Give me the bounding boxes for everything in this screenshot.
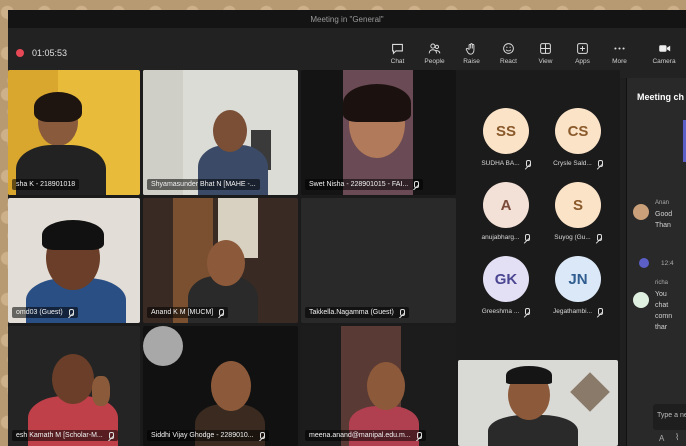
muted-mic-icon (524, 160, 531, 167)
video-tile[interactable]: esh Kamath M [Scholar-M... (8, 326, 140, 446)
chat-button-label: Chat (390, 57, 405, 65)
video-stage: sha K - 218901018 Shyamasunder Bhat N [M… (8, 70, 620, 446)
chat-icon (392, 43, 403, 55)
attach-icon[interactable]: ⌇ (675, 432, 679, 443)
avatar-name: Greeshma ... (481, 308, 520, 315)
video-tile[interactable]: sha K - 218901018 (8, 70, 140, 195)
camera-icon (658, 44, 670, 52)
chat-message: Anan Good Than (655, 200, 673, 229)
participant-name-label: Swet Nisha - 228901015 - FAI... (305, 179, 424, 190)
participant-name-label: Anand K M [MUCM] (147, 307, 229, 318)
apps-button[interactable]: Apps (564, 42, 601, 65)
view-button-label: View (538, 57, 553, 65)
muted-mic-icon (523, 308, 531, 315)
avatar (633, 292, 649, 308)
participant-avatar[interactable]: A anujabharg... (471, 182, 541, 241)
participant-name-label: sha K - 218901018 (12, 179, 80, 190)
participant-name-label: Shyamasunder Bhat N [MAHE -... (147, 179, 260, 190)
people-button-label: People (424, 57, 445, 65)
video-tile[interactable]: meena.anand@manipal.edu.m... (301, 326, 456, 446)
people-icon (428, 43, 441, 53)
apps-icon (577, 42, 588, 54)
avatar: A (483, 182, 529, 228)
raise-hand-button[interactable]: Raise (453, 42, 490, 65)
muted-mic-icon (258, 432, 265, 439)
more-button[interactable]: More (601, 42, 638, 65)
avatar: S (555, 182, 601, 228)
window-title: Meeting in "General" (310, 14, 384, 24)
avatar-name: Jegathambi... (552, 308, 593, 315)
view-button[interactable]: View (527, 42, 564, 65)
muted-mic-icon (596, 160, 603, 167)
react-button[interactable]: React (490, 42, 527, 65)
muted-mic-icon (67, 309, 74, 316)
participant-avatar[interactable]: CS Crysle Sald... (543, 108, 613, 167)
self-view-tile[interactable] (458, 360, 618, 446)
participant-name-label: Takkella.Nagamma (Guest) (305, 307, 409, 318)
avatar (633, 204, 649, 220)
camera-button-label: Camera (652, 57, 676, 65)
chat-button[interactable]: Chat (379, 42, 416, 65)
muted-mic-icon (217, 309, 225, 316)
avatar-name: SUDHA BA... (481, 160, 520, 167)
video-tile[interactable]: Swet Nisha - 228901015 - FAI... (301, 70, 456, 195)
meeting-timer: 01:05:53 (32, 48, 68, 58)
more-icon (614, 46, 625, 50)
raise-hand-icon (465, 42, 475, 55)
more-button-label: More (612, 57, 627, 65)
teams-meeting-window: Meeting in "General" 01:05:53 Chat Peopl… (8, 10, 686, 446)
avatar: CS (555, 108, 601, 154)
avatar: JN (555, 256, 601, 302)
chat-message-input[interactable]: Type a ne (653, 404, 686, 430)
video-tile[interactable]: Takkella.Nagamma (Guest) (301, 198, 456, 323)
muted-mic-icon (412, 181, 420, 188)
participant-name-label: meena.anand@manipal.edu.m... (305, 430, 426, 441)
avatar-name: Crysle Sald... (553, 160, 592, 167)
apps-button-label: Apps (575, 57, 590, 65)
chat-timestamp: 12:4 (661, 260, 674, 267)
participant-avatar[interactable]: GK Greeshma ... (471, 256, 541, 315)
camera-button[interactable]: Camera (642, 42, 686, 65)
avatar: GK (483, 256, 529, 302)
muted-mic-icon (415, 432, 422, 439)
format-icon[interactable]: A (659, 434, 664, 443)
avatar-name: Suyog (Gu... (554, 234, 591, 241)
participant-avatar-grid: SS SUDHA BA... CS Crysle Sald... A anuja… (463, 70, 620, 360)
people-button[interactable]: People (416, 42, 453, 65)
video-tile[interactable]: omd03 (Guest) (8, 198, 140, 323)
participant-avatar[interactable]: S Suyog (Gu... (543, 182, 613, 241)
video-tile[interactable]: Siddhi Vijay Ghodge - 2289010... (143, 326, 298, 446)
view-icon (540, 42, 551, 54)
muted-mic-icon (107, 432, 114, 439)
react-button-label: React (500, 57, 517, 65)
avatar: SS (483, 108, 529, 154)
chat-message: richa You chat comn thar (655, 280, 673, 331)
meeting-ended-icon (639, 258, 649, 268)
muted-mic-icon (595, 234, 602, 241)
participant-name-label: esh Kamath M [Scholar-M... (12, 430, 118, 441)
participant-avatar[interactable]: SS SUDHA BA... (471, 108, 541, 167)
participant-name-label: Siddhi Vijay Ghodge - 2289010... (147, 430, 269, 441)
chat-panel-title: Meeting ch (637, 92, 685, 102)
video-tile[interactable]: Shyamasunder Bhat N [MAHE -... (143, 70, 298, 195)
raise-hand-button-label: Raise (463, 57, 480, 65)
muted-mic-icon (523, 234, 531, 241)
recording-indicator-icon (16, 49, 24, 57)
react-icon (503, 42, 514, 54)
avatar-name: anujabharg... (481, 234, 520, 241)
participant-avatar[interactable]: JN Jegathambi... (543, 256, 613, 315)
muted-mic-icon (596, 308, 604, 315)
muted-mic-icon (398, 309, 405, 316)
title-bar: Meeting in "General" (8, 10, 686, 28)
meeting-chat-panel: Meeting ch Anan Good Than 12:4 richa You… (626, 78, 686, 446)
video-tile[interactable]: Anand K M [MUCM] (143, 198, 298, 323)
participant-name-label: omd03 (Guest) (12, 307, 78, 318)
